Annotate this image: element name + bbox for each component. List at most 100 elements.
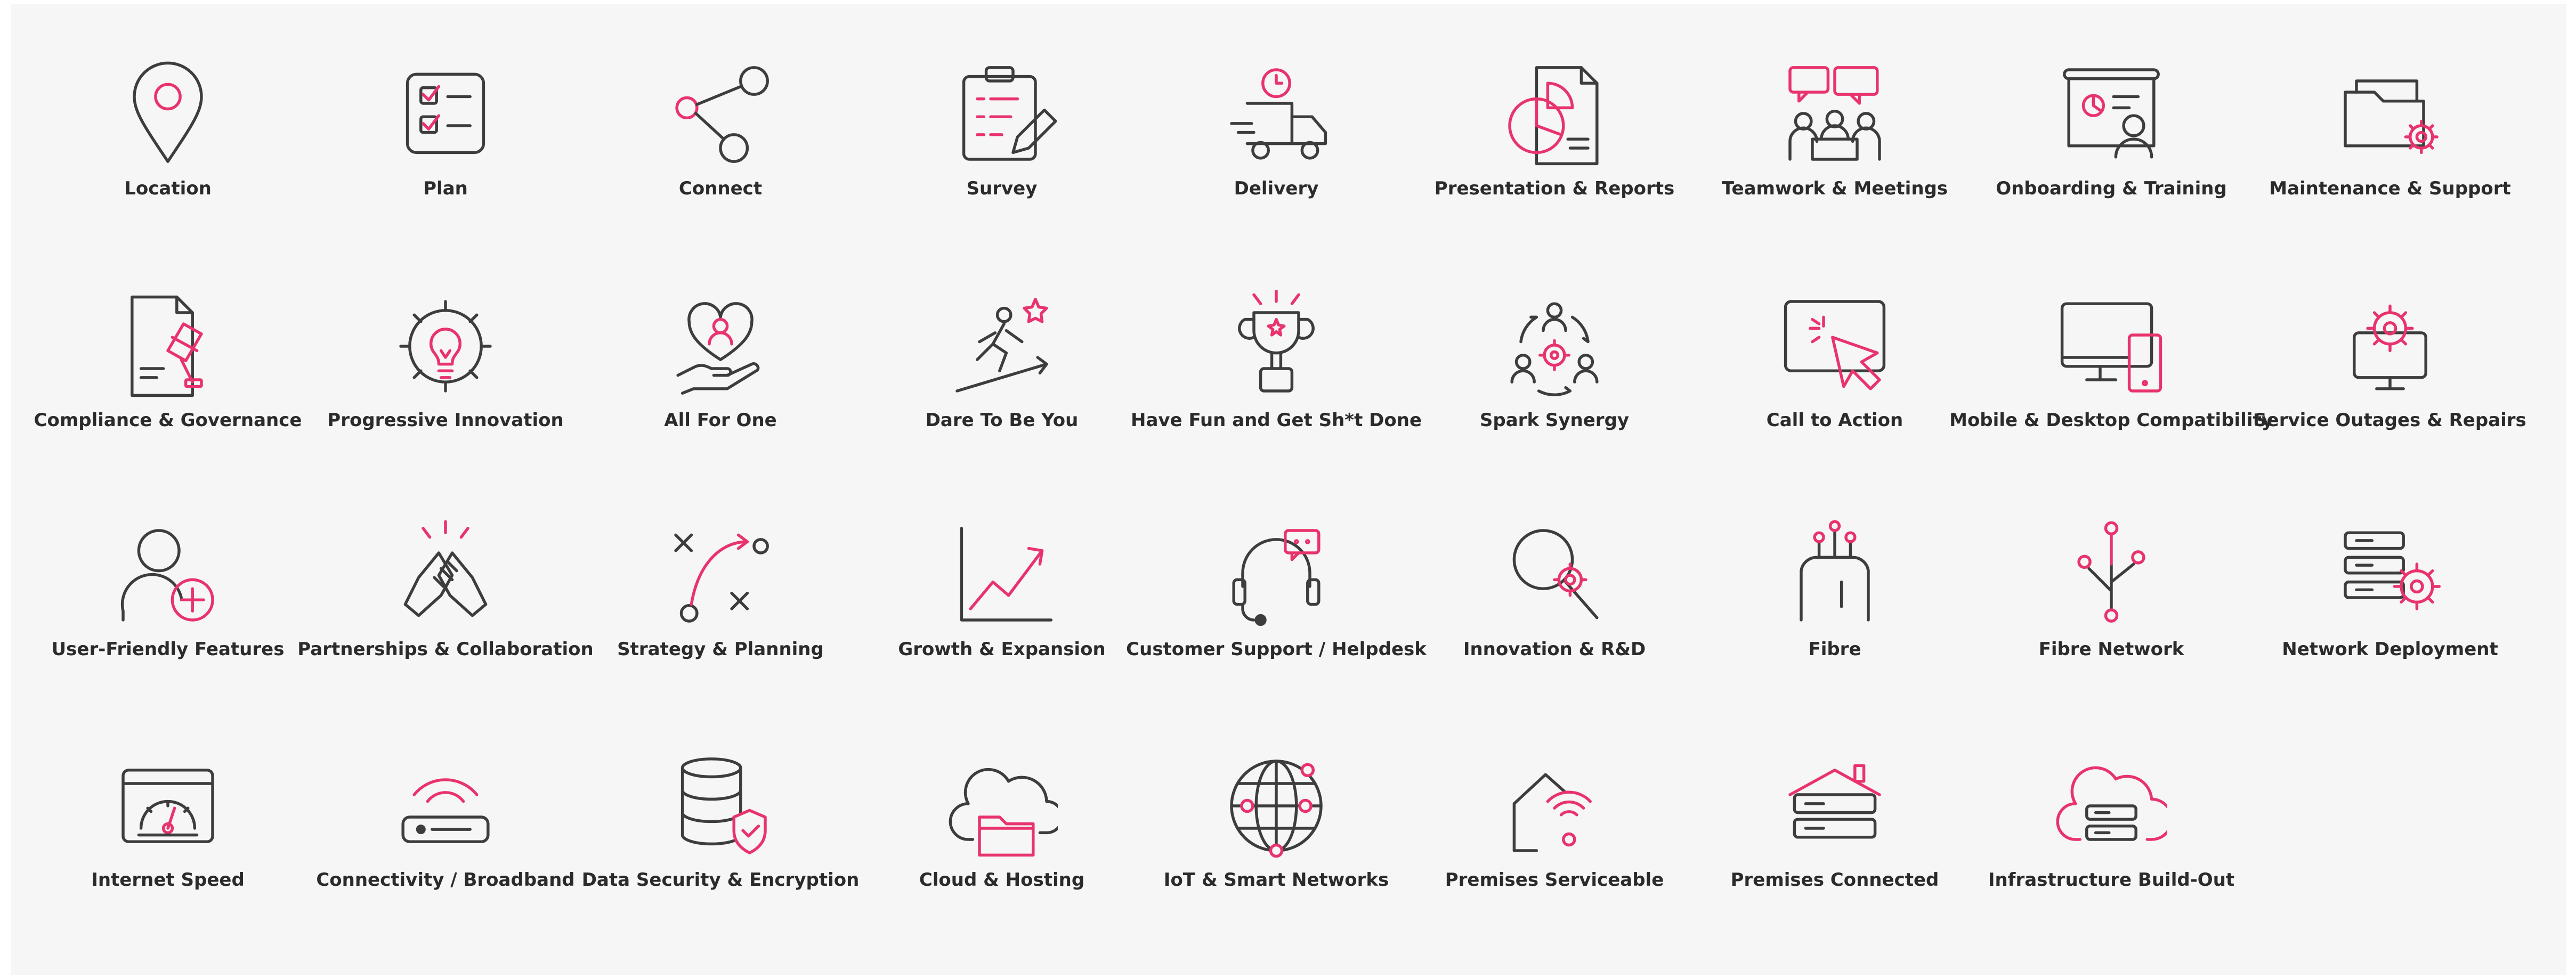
icon-tile-network-deploy: Network Deployment xyxy=(2251,519,2529,743)
plan-icon xyxy=(406,72,485,154)
icon-tile-headset: Customer Support / Helpdesk xyxy=(1126,519,1427,743)
icon-label: Premises Connected xyxy=(1730,869,1939,891)
icon-label: Call to Action xyxy=(1766,410,1903,431)
premises-serviceable-icon xyxy=(1512,773,1592,852)
connect-icon xyxy=(675,66,769,163)
teamwork-icon xyxy=(1788,66,1881,161)
icon-tile-data-security: Data Security & Encryption xyxy=(582,750,859,974)
innovation-gear-icon xyxy=(399,300,492,393)
data-security-icon xyxy=(681,757,767,854)
all-for-one-icon xyxy=(676,302,760,395)
icon-label: User-Friendly Features xyxy=(51,639,285,660)
icon-label: Cloud & Hosting xyxy=(919,869,1085,891)
icon-label: Mobile & Desktop Compatibility xyxy=(1949,410,2273,431)
icon-label: Dare To Be You xyxy=(925,410,1079,431)
icon-tile-plan: Plan xyxy=(307,59,584,282)
icon-tile-outage: Service Outages & Repairs xyxy=(2251,290,2529,514)
headset-icon xyxy=(1232,529,1321,626)
icon-label: Customer Support / Helpdesk xyxy=(1126,639,1427,660)
icon-label: Maintenance & Support xyxy=(2269,178,2511,199)
icon-tile-fibre-network: Fibre Network xyxy=(1973,519,2250,743)
icon-label: Fibre Network xyxy=(2038,639,2184,660)
icon-tile-premises-connected: Premises Connected xyxy=(1696,750,1973,974)
icon-tile-innovation-gear: Progressive Innovation xyxy=(307,290,584,514)
icon-label: Connectivity / Broadband xyxy=(316,869,575,891)
icon-tile-connect: Connect xyxy=(582,59,859,282)
icon-tile-speed: Internet Speed xyxy=(29,750,306,974)
icon-label: Fibre xyxy=(1808,639,1861,660)
icon-label: Delivery xyxy=(1234,178,1319,199)
icon-tile-strategy: Strategy & Planning xyxy=(582,519,859,743)
growth-icon xyxy=(960,527,1053,622)
dare-icon xyxy=(955,298,1048,393)
icon-tile-teamwork: Teamwork & Meetings xyxy=(1696,59,1973,282)
icon-label: Infrastructure Build-Out xyxy=(1988,869,2235,891)
icon-tile-delivery: Delivery xyxy=(1138,59,1415,282)
icon-label: Have Fun and Get Sh*t Done xyxy=(1130,410,1422,431)
icon-label: Premises Serviceable xyxy=(1445,869,1664,891)
icon-label: Network Deployment xyxy=(2282,639,2498,660)
icon-tile-location: Location xyxy=(29,59,306,282)
icon-label: Presentation & Reports xyxy=(1434,178,1675,199)
presentation-icon xyxy=(1508,66,1599,166)
icon-tile-growth: Growth & Expansion xyxy=(863,519,1140,743)
icon-tile-mobile-desktop: Mobile & Desktop Compatibility xyxy=(1949,290,2273,514)
icon-label: Survey xyxy=(966,178,1038,199)
icon-tile-user-plus: User-Friendly Features xyxy=(29,519,306,743)
strategy-icon xyxy=(674,533,769,623)
icon-label: Location xyxy=(124,178,212,199)
location-icon xyxy=(133,61,203,163)
fibre-icon xyxy=(1800,520,1870,622)
icon-label: Onboarding & Training xyxy=(1996,178,2227,199)
icon-tile-fibre: Fibre xyxy=(1696,519,1973,743)
icon-label: Spark Synergy xyxy=(1479,410,1630,431)
icon-tile-rnd: Innovation & R&D xyxy=(1416,519,1693,743)
delivery-icon xyxy=(1230,68,1327,160)
broadband-icon xyxy=(401,778,490,843)
icon-tile-survey: Survey xyxy=(863,59,1140,282)
icon-tile-synergy: Spark Synergy xyxy=(1416,290,1693,514)
mobile-desktop-icon xyxy=(2060,302,2162,393)
maintenance-icon xyxy=(2344,79,2439,154)
icon-tile-handshake: Partnerships & Collaboration xyxy=(297,519,594,743)
iot-icon xyxy=(1230,760,1323,858)
fibre-network-icon xyxy=(2077,521,2145,623)
icon-tile-compliance: Compliance & Governance xyxy=(29,290,306,514)
icon-tile-iot: IoT & Smart Networks xyxy=(1138,750,1415,974)
icon-label: All For One xyxy=(664,410,777,431)
icon-label: Connect xyxy=(678,178,763,199)
icon-label: Strategy & Planning xyxy=(617,639,824,660)
cloud-icon xyxy=(949,768,1058,857)
icon-tile-maintenance: Maintenance & Support xyxy=(2251,59,2529,282)
icon-tile-dare: Dare To Be You xyxy=(863,290,1140,514)
icon-label: Teamwork & Meetings xyxy=(1721,178,1948,199)
synergy-icon xyxy=(1510,302,1599,397)
icon-label: Innovation & R&D xyxy=(1463,639,1646,660)
outage-icon xyxy=(2353,304,2427,390)
icon-tile-infrastructure: Infrastructure Build-Out xyxy=(1973,750,2250,974)
onboarding-icon xyxy=(2063,68,2160,159)
icon-tile-premises-serviceable: Premises Serviceable xyxy=(1416,750,1693,974)
icon-label: Compliance & Governance xyxy=(34,410,302,431)
handshake-icon xyxy=(403,520,488,617)
icon-sheet: Location Plan Connect Survey Delivery Present… xyxy=(11,4,2566,975)
speed-icon xyxy=(121,769,214,843)
icon-tile-presentation: Presentation & Reports xyxy=(1416,59,1693,282)
icon-label: Plan xyxy=(423,178,468,199)
icon-label: Progressive Innovation xyxy=(327,410,564,431)
network-deploy-icon xyxy=(2344,531,2441,610)
icon-tile-cloud: Cloud & Hosting xyxy=(863,750,1140,974)
compliance-icon xyxy=(131,295,203,397)
premises-connected-icon xyxy=(1788,764,1881,839)
icon-label: Partnerships & Collaboration xyxy=(297,639,594,660)
icon-label: Growth & Expansion xyxy=(898,639,1106,660)
icon-label: IoT & Smart Networks xyxy=(1163,869,1389,891)
rnd-icon xyxy=(1512,529,1599,619)
user-plus-icon xyxy=(120,529,214,622)
survey-icon xyxy=(962,66,1057,161)
icon-label: Data Security & Encryption xyxy=(581,869,860,891)
icon-tile-all-for-one: All For One xyxy=(582,290,859,514)
icon-tile-broadband: Connectivity / Broadband xyxy=(307,750,584,974)
cta-icon xyxy=(1784,300,1886,390)
icon-label: Service Outages & Repairs xyxy=(2254,410,2526,431)
